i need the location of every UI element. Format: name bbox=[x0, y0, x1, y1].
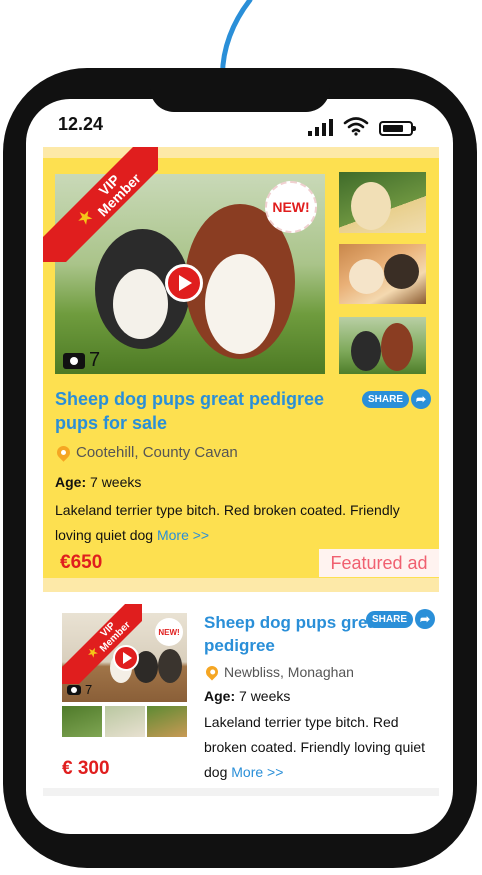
wifi-icon bbox=[343, 117, 369, 136]
listing-thumbnail[interactable] bbox=[339, 172, 426, 233]
listing-description: Lakeland terrier type bitch. Red broken … bbox=[55, 498, 400, 548]
listing-location: Newbliss, Monaghan bbox=[203, 663, 354, 681]
new-badge: NEW! bbox=[155, 618, 183, 646]
location-text: Cootehill, County Cavan bbox=[76, 444, 238, 461]
dog-photo-shape bbox=[205, 254, 275, 354]
dog-photo-shape bbox=[351, 182, 391, 230]
listing-age: Age: 7 weeks bbox=[55, 474, 141, 490]
status-time: 12.24 bbox=[58, 114, 104, 134]
listing-thumbnail[interactable] bbox=[105, 706, 145, 737]
dog-photo-shape bbox=[351, 331, 381, 371]
listing-thumbnail[interactable] bbox=[339, 317, 426, 374]
vip-member-ribbon: ★ VIP Member bbox=[43, 147, 158, 262]
listing-separator bbox=[43, 788, 439, 796]
listing-price: € 300 bbox=[62, 758, 110, 779]
location-text: Newbliss, Monaghan bbox=[224, 664, 354, 680]
location-pin-icon bbox=[203, 663, 221, 681]
dog-photo-shape bbox=[381, 323, 413, 371]
listing-title[interactable]: Sheep dog pups great pedigree pups for s… bbox=[55, 387, 355, 435]
listing-price: €650 bbox=[60, 552, 103, 573]
vip-member-label: VIP Member bbox=[94, 170, 144, 220]
battery-icon bbox=[379, 121, 416, 136]
new-badge-label: NEW! bbox=[158, 627, 180, 637]
location-pin-icon bbox=[54, 443, 73, 462]
age-label: Age: bbox=[55, 474, 87, 490]
share-arrow-icon: ➦ bbox=[411, 389, 432, 409]
dog-photo-shape bbox=[349, 259, 384, 294]
dog-photo-shape bbox=[158, 649, 182, 683]
new-badge-label: NEW! bbox=[272, 199, 310, 215]
dog-photo-shape bbox=[384, 254, 419, 289]
description-text: Lakeland terrier type bitch. Red broken … bbox=[55, 502, 400, 543]
listing-age: Age: 7 weeks bbox=[204, 688, 290, 704]
share-arrow-icon: ➦ bbox=[415, 609, 436, 629]
share-label: SHARE bbox=[362, 390, 410, 408]
photo-count: 7 bbox=[67, 682, 92, 697]
camera-icon bbox=[63, 352, 85, 369]
dog-photo-shape bbox=[113, 269, 168, 339]
more-link[interactable]: More >> bbox=[231, 764, 283, 780]
share-button[interactable]: SHARE ➦ bbox=[362, 389, 432, 409]
listing-title[interactable]: Sheep dog pups great pedigree bbox=[204, 611, 384, 657]
status-icons bbox=[308, 116, 416, 136]
photo-count-value: 7 bbox=[85, 682, 93, 697]
new-badge: NEW! bbox=[265, 181, 317, 233]
camera-icon bbox=[67, 684, 81, 695]
share-label: SHARE bbox=[366, 610, 414, 628]
age-value: 7 weeks bbox=[90, 474, 142, 490]
play-icon bbox=[179, 275, 192, 291]
listing-thumbnail[interactable] bbox=[62, 706, 102, 737]
featured-ad-label: Featured ad bbox=[319, 549, 439, 577]
share-button[interactable]: SHARE ➦ bbox=[366, 609, 436, 629]
listing-location: Cootehill, County Cavan bbox=[54, 443, 238, 462]
listing-separator bbox=[43, 578, 439, 592]
listing-description: Lakeland terrier type bitch. Red broken … bbox=[204, 710, 429, 785]
age-label: Age: bbox=[204, 688, 236, 704]
listing-thumbnail[interactable] bbox=[339, 244, 426, 304]
age-value: 7 weeks bbox=[239, 688, 291, 704]
signal-icon bbox=[308, 118, 333, 136]
phone-notch bbox=[150, 88, 330, 112]
photo-count-value: 7 bbox=[89, 349, 101, 371]
vip-member-label: VIP Member bbox=[97, 619, 133, 655]
play-video-button[interactable] bbox=[165, 264, 203, 302]
more-link[interactable]: More >> bbox=[157, 527, 209, 543]
photo-count: 7 bbox=[63, 349, 100, 372]
listing-thumbnail[interactable] bbox=[147, 706, 187, 737]
vip-member-ribbon: ★ VIP Member bbox=[62, 604, 142, 684]
